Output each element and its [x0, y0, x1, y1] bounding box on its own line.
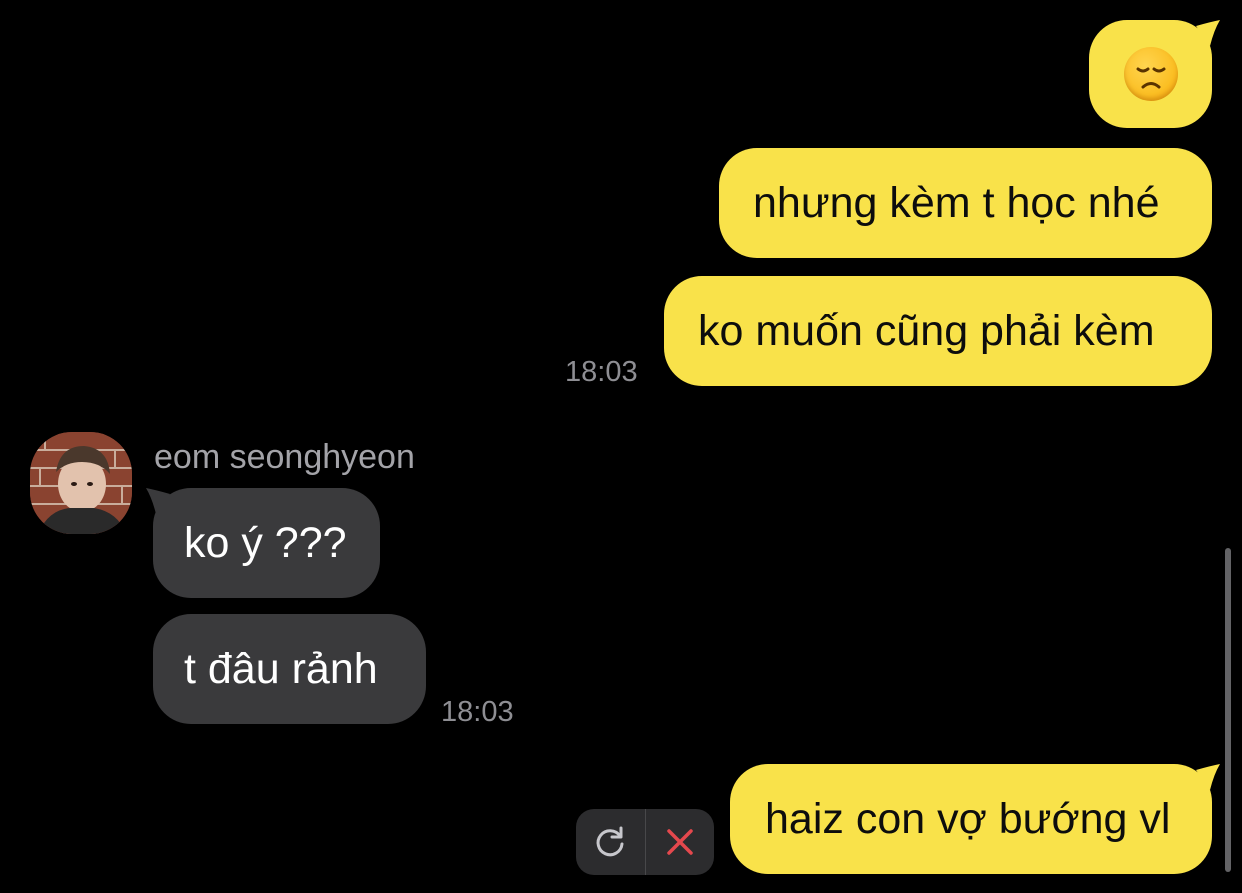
- message-timestamp: 18:03: [441, 696, 514, 728]
- sender-name: eom seonghyeon: [154, 438, 415, 476]
- message-text: nhưng kèm t học nhé: [753, 178, 1160, 227]
- message-text: ko muốn cũng phải kèm: [698, 306, 1155, 355]
- outgoing-message[interactable]: ko muốn cũng phải kèm: [664, 276, 1212, 386]
- retry-button[interactable]: [576, 809, 645, 875]
- chat-view: nhưng kèm t học nhé ko muốn cũng phải kè…: [0, 0, 1242, 893]
- failed-message-actions: [576, 809, 714, 875]
- close-icon: [667, 829, 693, 855]
- outgoing-message[interactable]: nhưng kèm t học nhé: [719, 148, 1212, 258]
- bubble-tail-icon: [146, 488, 170, 514]
- retry-icon: [596, 826, 624, 857]
- message-text: t đâu rảnh: [184, 644, 378, 693]
- scrollbar[interactable]: [1225, 548, 1231, 872]
- outgoing-message[interactable]: haiz con vợ bướng vl: [730, 764, 1212, 874]
- delete-button[interactable]: [646, 809, 715, 875]
- avatar[interactable]: [30, 432, 132, 534]
- outgoing-emoji-message[interactable]: [1089, 20, 1212, 128]
- message-timestamp: 18:03: [565, 356, 638, 388]
- bubble-tail-icon: [1196, 20, 1220, 46]
- message-text: haiz con vợ bướng vl: [765, 794, 1171, 843]
- incoming-message[interactable]: t đâu rảnh: [153, 614, 426, 724]
- message-text: ko ý ???: [184, 518, 347, 567]
- bubble-tail-icon: [1196, 764, 1220, 790]
- disappointed-face-icon: [1123, 47, 1178, 101]
- incoming-message[interactable]: ko ý ???: [153, 488, 380, 598]
